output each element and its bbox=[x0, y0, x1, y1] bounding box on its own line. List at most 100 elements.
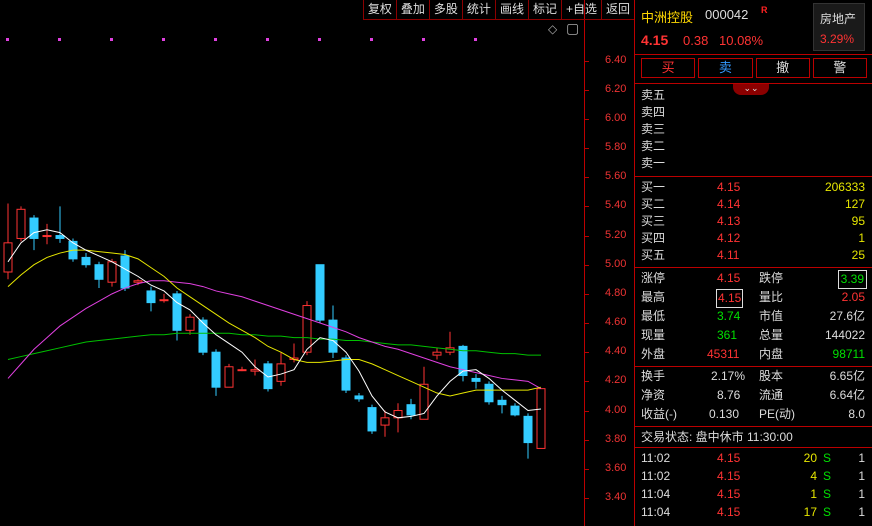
price-tick-mark bbox=[585, 177, 589, 179]
tick-volume: 4 bbox=[810, 469, 817, 483]
price-change: 0.38 bbox=[683, 33, 709, 48]
bid-volume: 25 bbox=[851, 248, 865, 262]
fund-float-label: 流通 bbox=[759, 388, 784, 402]
trade-tick-row[interactable]: 11:04 4.15 17 S 1 bbox=[635, 504, 872, 521]
ask-row[interactable]: 卖四 bbox=[635, 104, 872, 121]
stat-outer: 45311 bbox=[707, 347, 740, 361]
stat-inner-label: 内盘 bbox=[759, 347, 784, 361]
stock-name[interactable]: 中洲控股 bbox=[641, 7, 693, 26]
candle-body bbox=[328, 319, 338, 353]
stat-limit-down: 3.39 bbox=[837, 270, 867, 289]
sector-badge[interactable]: 房地产 3.29% bbox=[813, 3, 865, 51]
chart-toolbar: 复权 叠加 多股 统计 画线 标记 +自选 返回 bbox=[362, 0, 635, 20]
toolbar-button[interactable]: +自选 bbox=[562, 0, 602, 19]
sell-button[interactable]: 卖 bbox=[698, 58, 753, 78]
toolbar-button[interactable]: 标记 bbox=[529, 0, 562, 19]
candle-body bbox=[94, 264, 104, 280]
event-marker bbox=[422, 38, 425, 41]
bid-row[interactable]: 买三 4.13 95 bbox=[635, 213, 872, 230]
candle-body bbox=[315, 264, 325, 321]
fundamentals-row[interactable]: 换手 2.17% 股本 6.65亿 bbox=[635, 368, 872, 385]
buy-button[interactable]: 买 bbox=[641, 58, 696, 78]
candle-body bbox=[406, 404, 416, 416]
ask-row[interactable]: 卖三 bbox=[635, 121, 872, 138]
chart-window-icon[interactable]: ▢ bbox=[566, 20, 579, 37]
price-tick-mark bbox=[585, 89, 589, 91]
tick-count: 1 bbox=[858, 451, 865, 465]
candle-body bbox=[107, 261, 117, 283]
chart-settings-diamond-icon[interactable]: ◇ bbox=[548, 22, 557, 36]
alert-button[interactable]: 警 bbox=[812, 58, 867, 78]
bid-row[interactable]: 买二 4.14 127 bbox=[635, 196, 872, 213]
stat-limit-down-label: 跌停 bbox=[759, 271, 784, 285]
toolbar-button[interactable]: 返回 bbox=[602, 0, 635, 19]
trade-tick-row[interactable]: 11:02 4.15 4 S 1 bbox=[635, 468, 872, 485]
tick-count: 1 bbox=[858, 469, 865, 483]
candle-body bbox=[224, 366, 234, 388]
price-tick-mark bbox=[585, 60, 589, 62]
stats-row[interactable]: 现量 361 总量 144022 bbox=[635, 327, 872, 344]
candle-body bbox=[55, 235, 65, 239]
fund-eps: 0.130 bbox=[709, 407, 740, 421]
toolbar-button[interactable]: 统计 bbox=[463, 0, 496, 19]
stats-row[interactable]: 涨停 4.15 跌停 3.39 bbox=[635, 270, 872, 289]
toolbar-button[interactable]: 叠加 bbox=[397, 0, 430, 19]
trade-tick-row[interactable]: 11:02 4.15 20 S 1 bbox=[635, 450, 872, 467]
stat-low-label: 最低 bbox=[641, 309, 666, 323]
fund-share-cap: 6.65亿 bbox=[829, 369, 865, 383]
candlestick-chart[interactable] bbox=[0, 0, 584, 526]
trade-tick-row[interactable]: 11:04 4.15 1 S 1 bbox=[635, 486, 872, 503]
bid-row[interactable]: 买四 4.12 1 bbox=[635, 230, 872, 247]
tick-count: 1 bbox=[858, 487, 865, 501]
tick-time: 11:04 bbox=[641, 505, 671, 519]
cancel-order-button[interactable]: 撤 bbox=[755, 58, 810, 78]
toolbar-button[interactable]: 画线 bbox=[496, 0, 529, 19]
divider bbox=[635, 426, 872, 427]
candle-body bbox=[146, 290, 156, 304]
stat-outer-label: 外盘 bbox=[641, 347, 666, 361]
fund-turnover: 2.17% bbox=[711, 369, 746, 383]
stat-market-cap: 27.6亿 bbox=[829, 309, 865, 323]
ask-row[interactable]: 卖五 bbox=[635, 87, 872, 104]
tick-time: 11:04 bbox=[641, 487, 671, 501]
candle-body bbox=[432, 351, 442, 356]
quote-panel: 中洲控股 000042 R 4.15 0.38 10.08% 房地产 3.29%… bbox=[634, 0, 872, 526]
bid-label: 买一 bbox=[641, 180, 666, 194]
stat-limit-up-label: 涨停 bbox=[641, 271, 666, 285]
fund-nav: 8.76 bbox=[717, 388, 741, 402]
price-tick-label: 3.40 bbox=[605, 491, 627, 503]
candle-body bbox=[237, 369, 247, 372]
stats-row[interactable]: 最低 3.74 市值 27.6亿 bbox=[635, 308, 872, 325]
ask-label: 卖三 bbox=[641, 122, 666, 136]
price-tick-mark bbox=[585, 118, 589, 120]
price-tick-label: 5.00 bbox=[605, 257, 627, 270]
stat-limit-up: 4.15 bbox=[717, 271, 741, 285]
fundamentals-row[interactable]: 收益(-) 0.130 PE(动) 8.0 bbox=[635, 406, 872, 423]
bid-row[interactable]: 买五 4.11 25 bbox=[635, 247, 872, 264]
toolbar-button[interactable]: 复权 bbox=[364, 0, 397, 19]
fundamentals-row[interactable]: 净资 8.76 流通 6.64亿 bbox=[635, 387, 872, 404]
trade-actions: 买 卖 撤 警 bbox=[641, 58, 867, 78]
stat-high-label: 最高 bbox=[641, 290, 666, 304]
ask-row[interactable]: 卖一 bbox=[635, 155, 872, 172]
stats-row[interactable]: 最高 4.15 量比 2.05 bbox=[635, 289, 872, 308]
price-tick-label: 3.80 bbox=[605, 432, 627, 445]
bid-volume: 206333 bbox=[824, 180, 865, 194]
price-tick-mark bbox=[585, 323, 589, 325]
bid-row[interactable]: 买一 4.15 206333 bbox=[635, 179, 872, 196]
bid-volume: 95 bbox=[851, 214, 865, 228]
price-tick-label: 4.60 bbox=[605, 316, 627, 329]
candle-body bbox=[523, 415, 533, 444]
event-marker bbox=[214, 38, 217, 41]
price-tick-label: 4.20 bbox=[605, 374, 627, 387]
bid-volume: 127 bbox=[844, 197, 865, 211]
stats-row[interactable]: 外盘 45311 内盘 98711 bbox=[635, 346, 872, 363]
toolbar-button[interactable]: 多股 bbox=[430, 0, 463, 19]
candle-body bbox=[471, 377, 481, 382]
candle-body bbox=[341, 357, 351, 391]
candle-body bbox=[133, 280, 143, 283]
tick-volume: 1 bbox=[810, 487, 817, 501]
ask-row[interactable]: 卖二 bbox=[635, 138, 872, 155]
kline-chart-area[interactable]: ◇ ▢ 6.40 6.20 6.00 5.80 5.60 5.40 5.20 5.00 4.80… bbox=[0, 0, 635, 526]
candle-body bbox=[380, 417, 390, 426]
